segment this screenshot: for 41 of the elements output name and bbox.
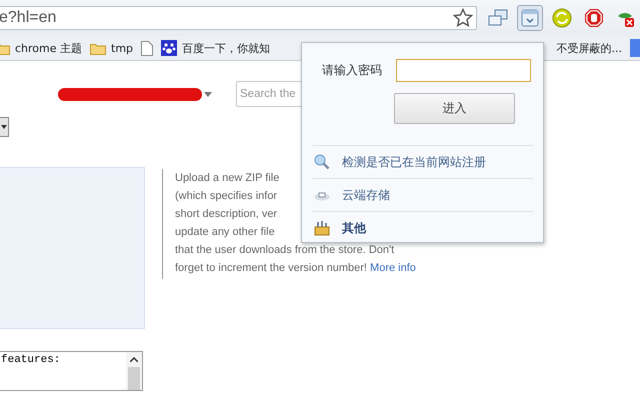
description-text: Upload a new ZIP file (175, 171, 280, 186)
bookmark[interactable]: chrome 主题 (0, 40, 82, 56)
description-text: update any other file (175, 225, 275, 240)
description-text: forget to increment the version number! More info (175, 261, 416, 276)
refresh-icon (552, 8, 572, 28)
scrollbar-thumb[interactable] (128, 367, 140, 390)
bookmark[interactable]: tmp (90, 42, 134, 54)
star-icon[interactable] (453, 8, 473, 28)
description-text: short description, ver (175, 207, 278, 222)
more-info-link[interactable]: More info (370, 262, 416, 274)
caret-icon[interactable] (204, 92, 212, 96)
magnifier-icon (314, 154, 330, 170)
enter-button[interactable]: 进入 (394, 93, 515, 124)
menu-item-label: 其他 (342, 220, 366, 236)
paw-icon (161, 40, 178, 56)
bookmark[interactable]: 不受屏蔽的... (556, 40, 622, 56)
description-text: that the user downloads from the store. Don't (175, 243, 394, 258)
bookmark[interactable] (141, 40, 154, 56)
extension-button[interactable] (517, 5, 543, 31)
scrollbar[interactable] (126, 352, 142, 390)
password-label: 请输入密码 (322, 62, 382, 79)
menu-item[interactable]: 云端存储 (312, 178, 533, 211)
menu-item-label: 云端存储 (342, 186, 390, 204)
password-field[interactable] (396, 59, 531, 82)
download-icon (521, 9, 539, 27)
menu-item-label: 检测是否已在当前网站注册 (342, 154, 486, 170)
page-icon (141, 40, 154, 56)
bookmark[interactable]: 百度一下，你就知 (161, 40, 270, 56)
text-area-text: features: (1, 354, 60, 366)
text-area[interactable]: features: (0, 351, 143, 391)
search-field[interactable]: Search the (236, 81, 301, 107)
windows-icon (488, 9, 508, 27)
dropdown[interactable] (0, 117, 9, 137)
address-text: e?hl=en (0, 9, 56, 27)
description-text: (which specifies infor (175, 189, 278, 204)
address-bar[interactable]: e?hl=en (0, 6, 477, 30)
caret-icon (1, 125, 7, 129)
toolbox-icon (314, 220, 330, 236)
menu-item[interactable]: 其他 (312, 211, 533, 244)
menu-item[interactable]: 检测是否已在当前网站注册 (312, 145, 533, 178)
folder-icon (90, 42, 106, 54)
